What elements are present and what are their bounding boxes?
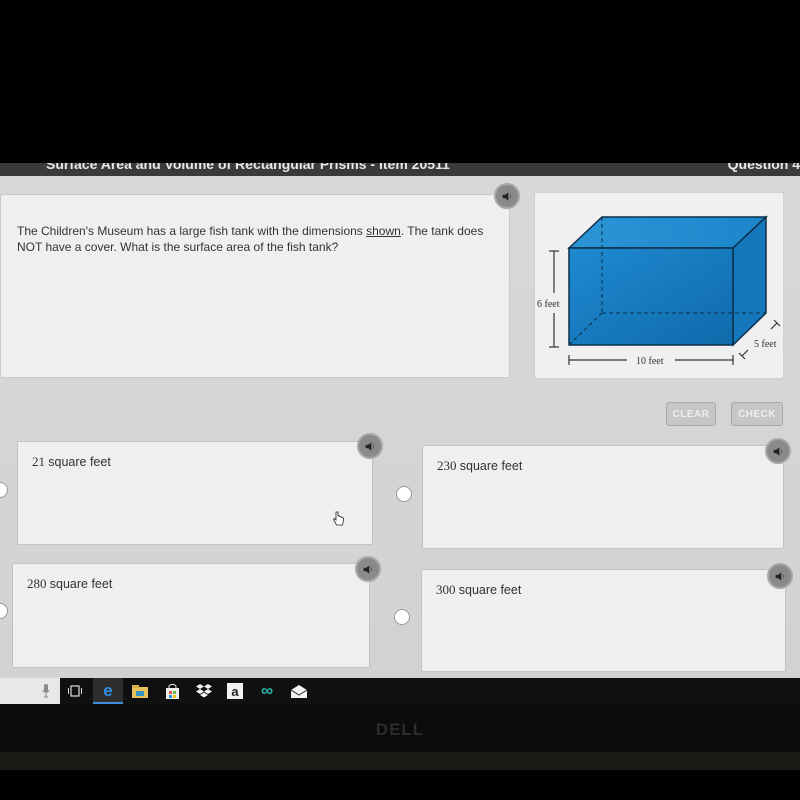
dropbox-icon[interactable] [195,682,213,700]
choice-value: 280 [27,576,47,591]
choice-value: 300 [436,582,456,597]
amazon-icon[interactable]: a [227,683,243,699]
fish-tank-diagram: 6 feet 10 feet 5 feet [537,215,781,367]
microphone-icon[interactable] [42,684,50,698]
choice-text: 230 square feet [437,458,522,474]
prism-front-face [568,247,734,346]
keyboard-edge [0,752,800,770]
question-card: The Children's Museum has a large fish t… [0,194,510,378]
quiz-app: The Children's Museum has a large fish t… [0,176,800,678]
speaker-icon [775,571,784,581]
question-number: Question 4 [727,163,800,172]
speaker-icon [365,441,374,451]
choice-card-4[interactable]: 300 square feet [421,569,786,672]
hand-cursor-icon [333,511,344,526]
choice-radio-1[interactable] [0,482,8,498]
shown-link[interactable]: shown [366,224,401,238]
file-explorer-icon[interactable] [131,682,149,700]
choice-unit: square feet [49,577,113,591]
choice-audio-button-2[interactable] [765,438,791,464]
clear-button[interactable]: CLEAR [666,402,716,426]
taskbar: e a ∞ [0,678,800,704]
choice-unit: square feet [48,455,111,469]
width-label: 5 feet [754,339,777,350]
choice-radio-4[interactable] [394,609,410,625]
length-label: 10 feet [636,356,664,367]
speaker-icon [363,564,372,574]
choice-audio-button-1[interactable] [357,433,383,459]
edge-icon[interactable]: e [99,681,117,700]
choice-text: 21 square feet [32,454,111,470]
dell-logo: DELL [375,720,425,739]
question-text-part: The Children's Museum has a large fish t… [17,224,367,238]
choice-card-2[interactable]: 230 square feet [422,445,784,549]
choice-unit: square feet [458,583,522,597]
choice-value: 21 [32,454,45,469]
title-bar: Surface Area and Volume of Rectangular P… [0,163,800,176]
mail-icon[interactable] [290,682,308,700]
store-icon[interactable] [163,682,181,700]
check-button[interactable]: CHECK [731,402,783,426]
speaker-icon [502,191,511,201]
question-audio-button[interactable] [494,183,520,209]
choice-text: 280 square feet [27,576,112,592]
assignment-title: Surface Area and Volume of Rectangular P… [46,163,450,172]
choice-unit: square feet [459,459,523,473]
photo-of-screen: Surface Area and Volume of Rectangular P… [0,0,800,800]
question-text: The Children's Museum has a large fish t… [17,223,487,255]
prism-top-face [567,216,768,249]
figure-card: 6 feet 10 feet 5 feet [534,192,784,379]
choice-text: 300 square feet [436,582,521,598]
search-box[interactable] [0,678,60,704]
speaker-icon [773,446,782,456]
task-view-icon[interactable] [66,682,84,700]
choice-card-3[interactable]: 280 square feet [12,563,370,668]
choice-audio-button-4[interactable] [767,563,793,589]
choice-value: 230 [437,458,457,473]
choice-radio-2[interactable] [396,486,412,502]
choice-radio-3[interactable] [0,603,8,619]
choice-audio-button-3[interactable] [355,556,381,582]
height-label: 6 feet [537,299,560,310]
choice-card-1[interactable]: 21 square feet [17,441,373,545]
infinity-app-icon[interactable]: ∞ [258,681,276,700]
